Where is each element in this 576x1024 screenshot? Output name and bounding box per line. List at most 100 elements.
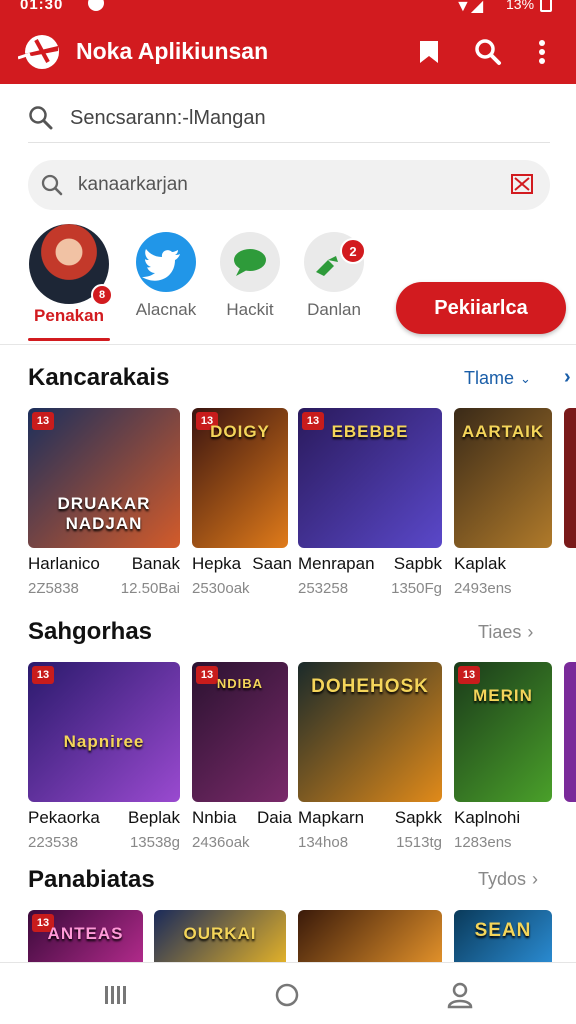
- game-cover: 13 EBEBBE: [298, 408, 442, 548]
- game-cover-title: NDIBA: [216, 676, 264, 691]
- battery-icon: [540, 0, 552, 12]
- game-tile[interactable]: 13 MERIN Kaplnohi 1283ens: [454, 662, 552, 851]
- game-cover-title: OURKAI: [183, 924, 257, 943]
- bottom-navigation-bar: [0, 962, 576, 1024]
- game-size: 13538g: [129, 834, 180, 851]
- game-tile[interactable]: AARTAIK Kaplak 2493ens: [454, 408, 552, 597]
- game-cover-title: EBEBBE: [331, 422, 409, 441]
- install-button[interactable]: Pekiiarlca: [396, 282, 566, 334]
- game-name: Nnbia: [192, 808, 237, 827]
- search-icon[interactable]: [472, 36, 504, 68]
- category-badge: 2: [340, 238, 366, 264]
- game-cover: 13 MERIN: [454, 662, 552, 802]
- active-tab-indicator: [28, 338, 110, 341]
- game-tile[interactable]: 13 ANTEAS: [28, 910, 143, 962]
- game-downloads: 2493ens: [454, 580, 512, 597]
- app-bar: Noka Aplikiunsan: [0, 22, 576, 84]
- battery-percent: 13%: [506, 0, 535, 12]
- filter-search-text: kanaarkarjan: [78, 174, 188, 195]
- game-cover-title: Napniree: [63, 732, 145, 751]
- game-cover: 13 ANTEAS: [28, 910, 143, 962]
- section-more-link[interactable]: Tiaes ›: [478, 622, 533, 643]
- game-cover-peek: [564, 408, 576, 548]
- game-name: Harlanico: [28, 554, 100, 573]
- game-downloads: 2530oak: [192, 580, 250, 597]
- game-downloads: 253258: [298, 580, 349, 597]
- category-label: Danlan: [307, 300, 361, 319]
- section-more-label: Tlame: [464, 368, 515, 388]
- age-rating-badge: 13: [32, 666, 54, 684]
- category-alacnak[interactable]: Alacnak: [130, 232, 202, 320]
- game-cover-title: DRUAKAR NADJAN: [57, 494, 151, 533]
- game-name-secondary: Beplak: [128, 808, 180, 827]
- age-rating-badge: 13: [458, 666, 480, 684]
- profile-icon[interactable]: [444, 979, 476, 1011]
- game-downloads: 134ho8: [298, 834, 349, 851]
- search-input[interactable]: Sencsarann:-lMangan: [28, 98, 548, 138]
- game-tile[interactable]: 13 NDIBA Nnbia Daia 2436oak: [192, 662, 292, 851]
- game-name: Menrapan: [298, 554, 375, 573]
- game-tile[interactable]: 13 Napniree Pekaorka Beplak 223538 13538g: [28, 662, 180, 851]
- game-tile[interactable]: 13 EBEBBE Menrapan Sapbk 253258 1350Fg: [298, 408, 442, 597]
- home-icon[interactable]: [271, 979, 303, 1011]
- game-cover: OURKAI: [154, 910, 286, 962]
- game-tile[interactable]: OURKAI: [154, 910, 286, 962]
- search-icon: [41, 174, 63, 196]
- game-name-secondary: Banak: [131, 554, 180, 573]
- game-name-secondary: Sapkk: [394, 808, 442, 827]
- bird-icon: [136, 232, 196, 292]
- game-cover: SEAN: [454, 910, 552, 962]
- game-tile[interactable]: SEAN: [454, 910, 552, 962]
- game-cover-title: AARTAIK: [461, 422, 545, 441]
- game-icon: 2: [304, 232, 366, 292]
- game-downloads: 223538: [28, 834, 79, 851]
- game-name: Hepka: [192, 554, 242, 573]
- game-downloads: 1283ens: [454, 834, 512, 851]
- game-cover: [298, 910, 442, 962]
- section-more-label: Tiaes: [478, 622, 522, 642]
- divider: [0, 344, 576, 345]
- game-tile[interactable]: 13 DRUAKAR NADJAN Harlanico Banak 2Z5838 1…: [28, 408, 180, 597]
- chevron-right-icon[interactable]: ›: [564, 366, 571, 389]
- clear-icon[interactable]: [510, 172, 534, 196]
- app-title: Noka Aplikiunsan: [76, 38, 269, 64]
- game-cover: 13 Napniree: [28, 662, 180, 802]
- category-label: Alacnak: [135, 300, 197, 319]
- game-cover-title: DOHEHOSK: [311, 676, 429, 697]
- status-time: 01:30: [20, 0, 64, 13]
- category-hackit[interactable]: Hackit: [214, 232, 286, 320]
- game-tile[interactable]: DOHEHOSK Mapkarn Sapkk 134ho8 1513tg: [298, 662, 442, 851]
- game-cover-title: ANTEAS: [47, 924, 124, 943]
- game-cover-title: MERIN: [473, 686, 533, 705]
- recents-icon[interactable]: [99, 979, 131, 1011]
- game-cover: 13 DRUAKAR NADJAN: [28, 408, 180, 548]
- divider: [28, 142, 550, 143]
- chat-icon: [220, 232, 280, 292]
- section-more-link[interactable]: Tydos ›: [478, 869, 538, 890]
- category-penakan[interactable]: 8 Penakan: [24, 224, 114, 326]
- game-tile[interactable]: 13 DOIGY Hepka Saan 2530oak: [192, 408, 292, 597]
- game-cover: DOHEHOSK: [298, 662, 442, 802]
- game-downloads: 2436oak: [192, 834, 250, 851]
- filter-search-field[interactable]: kanaarkarjan: [28, 160, 550, 210]
- game-name-secondary: Sapbk: [393, 554, 442, 573]
- category-badge: 8: [91, 284, 113, 306]
- category-label: Penakan: [34, 306, 104, 325]
- game-cover: 13 NDIBA: [192, 662, 288, 802]
- game-size: 1513tg: [396, 834, 442, 851]
- game-size: 1350Fg: [391, 580, 442, 597]
- game-tile[interactable]: [298, 910, 442, 962]
- category-label: Hackit: [226, 300, 274, 319]
- more-vertical-icon[interactable]: [526, 36, 558, 68]
- notification-icon: [88, 0, 104, 11]
- game-size: 12.50Bai: [120, 580, 180, 597]
- section-more-link[interactable]: Tlame ⌄: [464, 368, 531, 389]
- category-danlan[interactable]: 2 Danlan: [298, 232, 370, 320]
- bookmark-icon[interactable]: [413, 36, 445, 68]
- game-cover: AARTAIK: [454, 408, 552, 548]
- game-name-secondary: Daia: [257, 808, 292, 827]
- game-cover: 13 DOIGY: [192, 408, 288, 548]
- app-logo-icon: [18, 35, 59, 69]
- section-title: Sahgorhas: [28, 618, 153, 645]
- game-downloads: 2Z5838: [28, 580, 79, 597]
